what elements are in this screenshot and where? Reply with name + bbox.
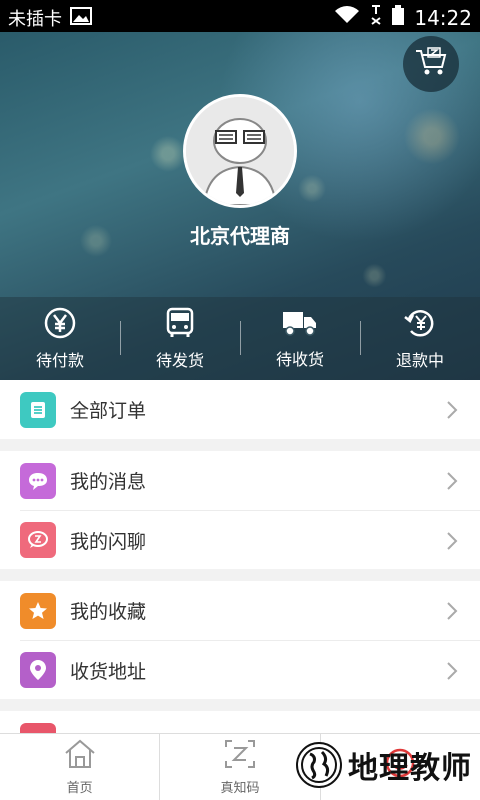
menu-group-messages: 我的消息 我的闪聊 bbox=[0, 451, 480, 569]
status-bar: 未插卡 14:22 bbox=[0, 0, 480, 32]
order-status-pending-shipment[interactable]: 待发货 bbox=[120, 297, 240, 380]
star-icon bbox=[20, 592, 56, 629]
tab-label: 真知码 bbox=[220, 780, 260, 796]
order-status-pending-receipt[interactable]: 待收货 bbox=[240, 297, 360, 380]
bus-icon bbox=[166, 307, 194, 343]
menu-item-label: 收货地址 bbox=[70, 660, 147, 683]
chevron-right-icon bbox=[446, 471, 458, 495]
menu-group-favorites: 我的收藏 收货地址 bbox=[0, 581, 480, 699]
profile-header: 北京代理商 待付款 待发货 待收货 退款中 bbox=[0, 32, 480, 380]
tab-home[interactable]: 首页 bbox=[0, 734, 159, 800]
flash-chat-icon bbox=[20, 522, 56, 558]
chevron-right-icon bbox=[446, 400, 458, 424]
menu-item-flash-chat[interactable]: 我的闪聊 bbox=[20, 510, 480, 569]
chat-icon bbox=[20, 462, 56, 499]
shopping-cart-icon bbox=[414, 47, 448, 81]
tab-label: 首页 bbox=[66, 780, 93, 796]
avatar[interactable] bbox=[183, 94, 297, 208]
menu-item-label: 我的闪聊 bbox=[70, 530, 147, 553]
carrier-label: 未插卡 bbox=[8, 9, 62, 30]
order-status-refunding[interactable]: 退款中 bbox=[360, 297, 480, 380]
zcode-icon bbox=[223, 739, 257, 773]
battery-icon bbox=[392, 5, 405, 30]
signal-off-icon bbox=[370, 4, 382, 31]
order-status-bar: 待付款 待发货 待收货 退款中 bbox=[0, 297, 480, 380]
list-icon bbox=[20, 391, 56, 428]
menu-item-favorites[interactable]: 我的收藏 bbox=[0, 581, 480, 640]
chevron-right-icon bbox=[446, 601, 458, 625]
order-status-pending-payment[interactable]: 待付款 bbox=[0, 297, 120, 380]
menu-item-my-messages[interactable]: 我的消息 bbox=[0, 451, 480, 510]
clock: 14:22 bbox=[414, 5, 472, 30]
menu-list: 全部订单 我的消息 我的闪聊 我的收藏 收货地址 bbox=[0, 380, 480, 782]
truck-icon bbox=[282, 308, 318, 342]
watermark-text: 地理教师 bbox=[348, 751, 472, 786]
order-status-label: 退款中 bbox=[395, 350, 444, 370]
cart-button[interactable] bbox=[403, 36, 459, 92]
menu-item-label: 我的收藏 bbox=[70, 601, 147, 623]
location-icon bbox=[20, 652, 56, 688]
order-status-label: 待发货 bbox=[155, 350, 204, 370]
menu-item-all-orders[interactable]: 全部订单 bbox=[0, 380, 480, 439]
watermark: 地理教师 bbox=[290, 730, 480, 800]
yen-icon bbox=[44, 307, 76, 343]
order-status-label: 待收货 bbox=[275, 349, 324, 369]
home-icon bbox=[63, 739, 97, 773]
chevron-right-icon bbox=[446, 661, 458, 685]
order-status-label: 待付款 bbox=[35, 350, 84, 370]
profile-name: 北京代理商 bbox=[190, 224, 290, 248]
wifi-icon bbox=[334, 5, 360, 30]
refund-icon bbox=[403, 307, 437, 343]
menu-item-label: 全部订单 bbox=[70, 400, 147, 422]
globe-logo-icon bbox=[296, 742, 342, 788]
chevron-right-icon bbox=[446, 531, 458, 555]
menu-group-orders: 全部订单 bbox=[0, 380, 480, 439]
menu-item-shipping-address[interactable]: 收货地址 bbox=[20, 640, 480, 699]
image-icon bbox=[70, 6, 92, 30]
menu-item-label: 我的消息 bbox=[70, 471, 147, 493]
